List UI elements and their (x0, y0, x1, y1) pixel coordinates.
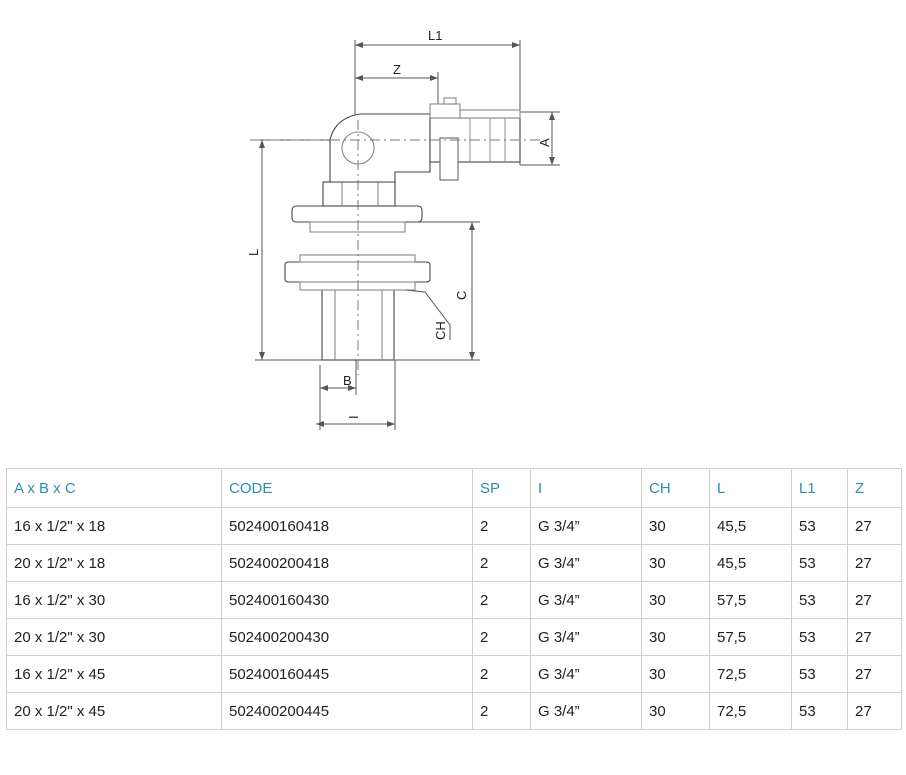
label-b: B (343, 373, 352, 388)
cell-i: G 3/4” (530, 507, 642, 545)
cell-code: 502400160418 (221, 507, 473, 545)
label-i: I (346, 415, 361, 419)
cell-l: 45,5 (709, 507, 792, 545)
table-header-row: A x B x C CODE SP I CH L L1 Z (6, 468, 902, 508)
label-l: L (246, 249, 261, 256)
cell-ch: 30 (641, 655, 710, 693)
cell-dimensions: 16 x 1/2" x 30 (6, 581, 222, 619)
label-a: A (537, 138, 552, 147)
cell-l: 72,5 (709, 655, 792, 693)
arrow-icon (355, 75, 363, 81)
arrow-icon (259, 140, 265, 148)
cell-l1: 53 (791, 618, 848, 656)
arrow-icon (430, 75, 438, 81)
cell-z: 27 (847, 544, 902, 582)
cell-code: 502400200430 (221, 618, 473, 656)
arrow-icon (512, 42, 520, 48)
fitting-drawing-svg: L1 Z A L C CH B I (246, 28, 560, 430)
arrow-icon (469, 222, 475, 230)
arrow-icon (320, 385, 328, 391)
arrow-icon (259, 352, 265, 360)
header-l1: L1 (791, 468, 848, 508)
cell-z: 27 (847, 581, 902, 619)
table-row: 16 x 1/2" x 18 502400160418 2 G 3/4” 30 … (6, 507, 902, 545)
cell-ch: 30 (641, 581, 710, 619)
cell-sp: 2 (472, 507, 531, 545)
table-row: 16 x 1/2" x 30 502400160430 2 G 3/4” 30 … (6, 581, 902, 619)
cell-i: G 3/4” (530, 544, 642, 582)
cell-dimensions: 16 x 1/2" x 18 (6, 507, 222, 545)
arrow-icon (549, 157, 555, 165)
cell-l1: 53 (791, 544, 848, 582)
cell-code: 502400200418 (221, 544, 473, 582)
label-z: Z (393, 62, 401, 77)
hex-body (322, 181, 396, 207)
header-ch: CH (641, 468, 710, 508)
cell-sp: 2 (472, 655, 531, 693)
cell-z: 27 (847, 692, 902, 730)
cell-sp: 2 (472, 618, 531, 656)
technical-drawing: L1 Z A L C CH B I (0, 0, 906, 450)
cell-l1: 53 (791, 692, 848, 730)
cell-sp: 2 (472, 544, 531, 582)
cell-ch: 30 (641, 692, 710, 730)
cell-ch: 30 (641, 507, 710, 545)
spec-table: A x B x C CODE SP I CH L L1 Z 16 x 1/2" … (6, 468, 902, 730)
arrow-icon (549, 112, 555, 120)
cell-z: 27 (847, 655, 902, 693)
cell-l1: 53 (791, 581, 848, 619)
cell-dimensions: 16 x 1/2" x 45 (6, 655, 222, 693)
header-sp: SP (472, 468, 531, 508)
cell-l: 57,5 (709, 581, 792, 619)
label-ch: CH (433, 321, 448, 340)
label-l1: L1 (428, 28, 442, 43)
table-row: 20 x 1/2" x 30 502400200430 2 G 3/4” 30 … (6, 618, 902, 656)
cell-sp: 2 (472, 581, 531, 619)
cell-i: G 3/4” (530, 618, 642, 656)
cell-code: 502400200445 (221, 692, 473, 730)
cell-dimensions: 20 x 1/2" x 18 (6, 544, 222, 582)
cell-l1: 53 (791, 655, 848, 693)
label-c: C (454, 291, 469, 300)
arrow-icon (387, 421, 395, 427)
cell-ch: 30 (641, 544, 710, 582)
cell-ch: 30 (641, 618, 710, 656)
table-row: 16 x 1/2" x 45 502400160445 2 G 3/4” 30 … (6, 655, 902, 693)
arrow-icon (469, 352, 475, 360)
cell-l1: 53 (791, 507, 848, 545)
header-code: CODE (221, 468, 473, 508)
cell-l: 45,5 (709, 544, 792, 582)
table-row: 20 x 1/2" x 18 502400200418 2 G 3/4” 30 … (6, 544, 902, 582)
cell-dimensions: 20 x 1/2" x 30 (6, 618, 222, 656)
cell-code: 502400160430 (221, 581, 473, 619)
cell-i: G 3/4” (530, 655, 642, 693)
arrow-icon (355, 42, 363, 48)
header-dimensions: A x B x C (6, 468, 222, 508)
upper-flange (291, 205, 423, 223)
cell-z: 27 (847, 507, 902, 545)
header-i: I (530, 468, 642, 508)
cell-dimensions: 20 x 1/2" x 45 (6, 692, 222, 730)
table-row: 20 x 1/2" x 45 502400200445 2 G 3/4” 30 … (6, 692, 902, 730)
cell-l: 72,5 (709, 692, 792, 730)
cell-l: 57,5 (709, 618, 792, 656)
fitting-body (284, 97, 521, 361)
cell-sp: 2 (472, 692, 531, 730)
cell-code: 502400160445 (221, 655, 473, 693)
cell-z: 27 (847, 618, 902, 656)
cell-i: G 3/4” (530, 581, 642, 619)
cell-i: G 3/4” (530, 692, 642, 730)
header-l: L (709, 468, 792, 508)
header-z: Z (847, 468, 902, 508)
